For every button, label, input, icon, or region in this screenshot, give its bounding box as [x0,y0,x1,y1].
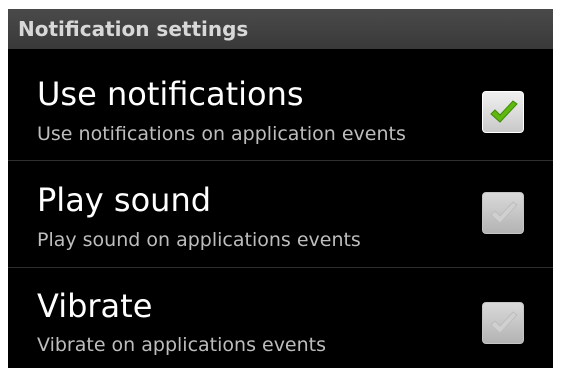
vibrate-title: Vibrate [37,287,153,325]
vibrate-summary: Vibrate on applications events [37,334,327,356]
check-mark-icon [490,311,518,334]
check-mark-icon [490,201,518,224]
play-sound-title: Play sound [37,181,212,219]
use-notifications-preference[interactable]: Use notifications Use notifications on a… [8,49,553,169]
play-sound-summary: Play sound on applications events [37,229,361,251]
settings-screen: Notification settings Use notifications … [8,9,553,368]
use-notifications-summary: Use notifications on application events [37,123,406,145]
play-sound-checkbox[interactable] [482,192,524,234]
check-mark-icon [490,100,518,123]
use-notifications-checkbox[interactable] [482,91,524,133]
use-notifications-title: Use notifications [37,75,304,113]
play-sound-preference[interactable]: Play sound Play sound on applications ev… [8,161,553,266]
section-header: Notification settings [8,9,553,49]
vibrate-preference[interactable]: Vibrate Vibrate on applications events [8,268,553,368]
vibrate-checkbox[interactable] [482,302,524,344]
